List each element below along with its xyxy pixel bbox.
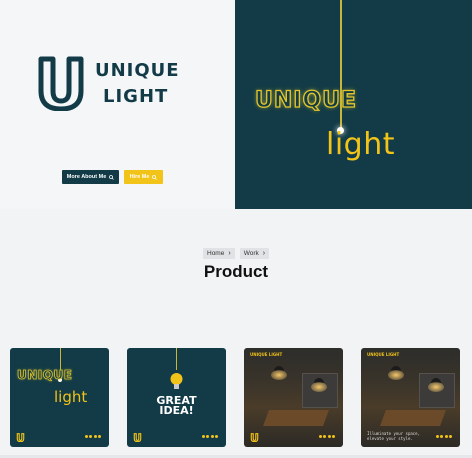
breadcrumb-work[interactable]: Work ›	[239, 248, 270, 259]
card-neon-light: light	[54, 388, 88, 406]
card-brand-tag: UNIQUE LIGHT	[250, 352, 283, 357]
social-dots	[318, 435, 335, 438]
hero-section: UNIQUE LIGHT More About Me Hire Me UNIQU…	[0, 0, 472, 209]
lamp-glow	[311, 382, 327, 392]
lamp-glow	[271, 370, 287, 380]
breadcrumb-home[interactable]: Home ›	[203, 248, 235, 259]
product-card-2[interactable]: GREAT IDEA!	[127, 348, 226, 447]
more-about-me-label: More About Me	[66, 174, 107, 180]
neon-word-unique: UNIQUE	[254, 87, 358, 113]
card-caption-line-2: elevate your style.	[367, 436, 413, 441]
product-card-3[interactable]: UNIQUE LIGHT	[244, 348, 343, 447]
breadcrumb: Home › Work ›	[203, 248, 270, 259]
hire-me-button[interactable]: Hire Me	[124, 170, 163, 184]
card-neon-unique: UNIQUE	[17, 368, 73, 383]
dining-table	[263, 410, 329, 426]
social-dots	[201, 435, 218, 438]
lamp-glow	[428, 382, 444, 392]
neon-word-light: light	[326, 127, 395, 162]
breadcrumb-home-label: Home	[207, 250, 225, 257]
social-dots	[84, 435, 101, 438]
chevron-right-icon: ›	[262, 250, 266, 257]
logo-word-light: LIGHT	[103, 86, 169, 107]
lamp-glow	[388, 370, 404, 380]
page-title: Product	[203, 262, 269, 281]
dining-table	[380, 410, 446, 426]
chevron-right-icon: ›	[228, 250, 231, 257]
logo-u-icon	[250, 433, 259, 442]
card-brand-tag: UNIQUE LIGHT	[367, 352, 400, 357]
hire-me-label: Hire Me	[129, 174, 150, 180]
social-dots	[435, 435, 452, 438]
great-idea-text: GREAT IDEA!	[127, 395, 226, 417]
lightbulb-icon	[170, 373, 183, 389]
card-caption: Illuminate your space, elevate your styl…	[367, 431, 420, 441]
logo-u-icon	[16, 433, 25, 442]
logo-u-icon	[133, 433, 142, 442]
search-icon	[152, 174, 158, 180]
logo-word-unique: UNIQUE	[95, 60, 180, 81]
lamp-cord	[176, 348, 177, 370]
logo-u-icon	[38, 56, 84, 111]
product-card-1[interactable]: UNIQUE light	[10, 348, 109, 447]
search-icon	[109, 174, 115, 180]
product-card-4[interactable]: UNIQUE LIGHT Illuminate your space, elev…	[361, 348, 460, 447]
idea-text: IDEA!	[159, 404, 194, 417]
hero-left-panel: UNIQUE LIGHT More About Me Hire Me	[0, 0, 235, 209]
breadcrumb-work-label: Work	[243, 250, 259, 257]
more-about-me-button[interactable]: More About Me	[62, 170, 119, 184]
